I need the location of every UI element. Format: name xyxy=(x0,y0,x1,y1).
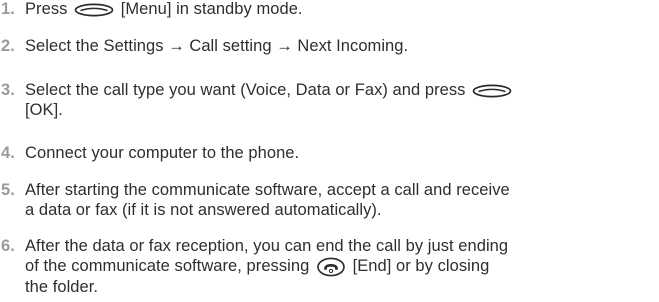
step-2: 2. Select the Settings → Call setting → … xyxy=(0,36,659,56)
step-text-segment: After the data or fax reception, you can… xyxy=(25,237,509,255)
step-number: 3. xyxy=(1,81,15,99)
step-number: 4. xyxy=(1,144,15,162)
step-text-segment: Select the call type you want (Voice, Da… xyxy=(25,81,466,99)
step-text-segment: After starting the communicate software,… xyxy=(25,181,510,199)
step-number: 6. xyxy=(1,237,15,255)
step-text: Select the Settings → Call setting → Nex… xyxy=(25,37,409,55)
step-number: 5. xyxy=(1,181,15,199)
step-text-segment: [Menu] in standby mode. xyxy=(120,0,303,18)
step-text: Press [Menu] in standby mode. xyxy=(25,0,659,19)
step-number: 1. xyxy=(1,0,15,18)
step-5: 5. After starting the communicate softwa… xyxy=(0,180,659,220)
step-number: 2. xyxy=(1,37,15,55)
step-text-segment: Press xyxy=(25,0,68,18)
step-6: 6. After the data or fax reception, you … xyxy=(0,236,659,297)
step-text-segment: of the communicate software, pressing xyxy=(25,257,310,275)
step-text: Select the call type you want (Voice, Da… xyxy=(25,80,659,120)
step-text-segment: a data or fax (if it is not answered aut… xyxy=(25,201,382,219)
step-3: 3. Select the call type you want (Voice,… xyxy=(0,80,659,120)
ok-softkey-icon xyxy=(472,84,512,98)
step-text-segment: [OK]. xyxy=(25,101,63,119)
step-text-segment: [End] or by closing xyxy=(352,257,490,275)
menu-softkey-icon xyxy=(74,3,114,17)
end-key-icon xyxy=(316,257,346,277)
step-text-segment: the folder. xyxy=(25,277,99,296)
step-text: Connect your computer to the phone. xyxy=(25,144,300,162)
step-text: After the data or fax reception, you can… xyxy=(25,236,659,297)
step-1: 1. Press [Menu] in standby mode. xyxy=(0,0,659,19)
step-text: After starting the communicate software,… xyxy=(25,180,659,220)
step-4: 4. Connect your computer to the phone. xyxy=(0,143,659,163)
